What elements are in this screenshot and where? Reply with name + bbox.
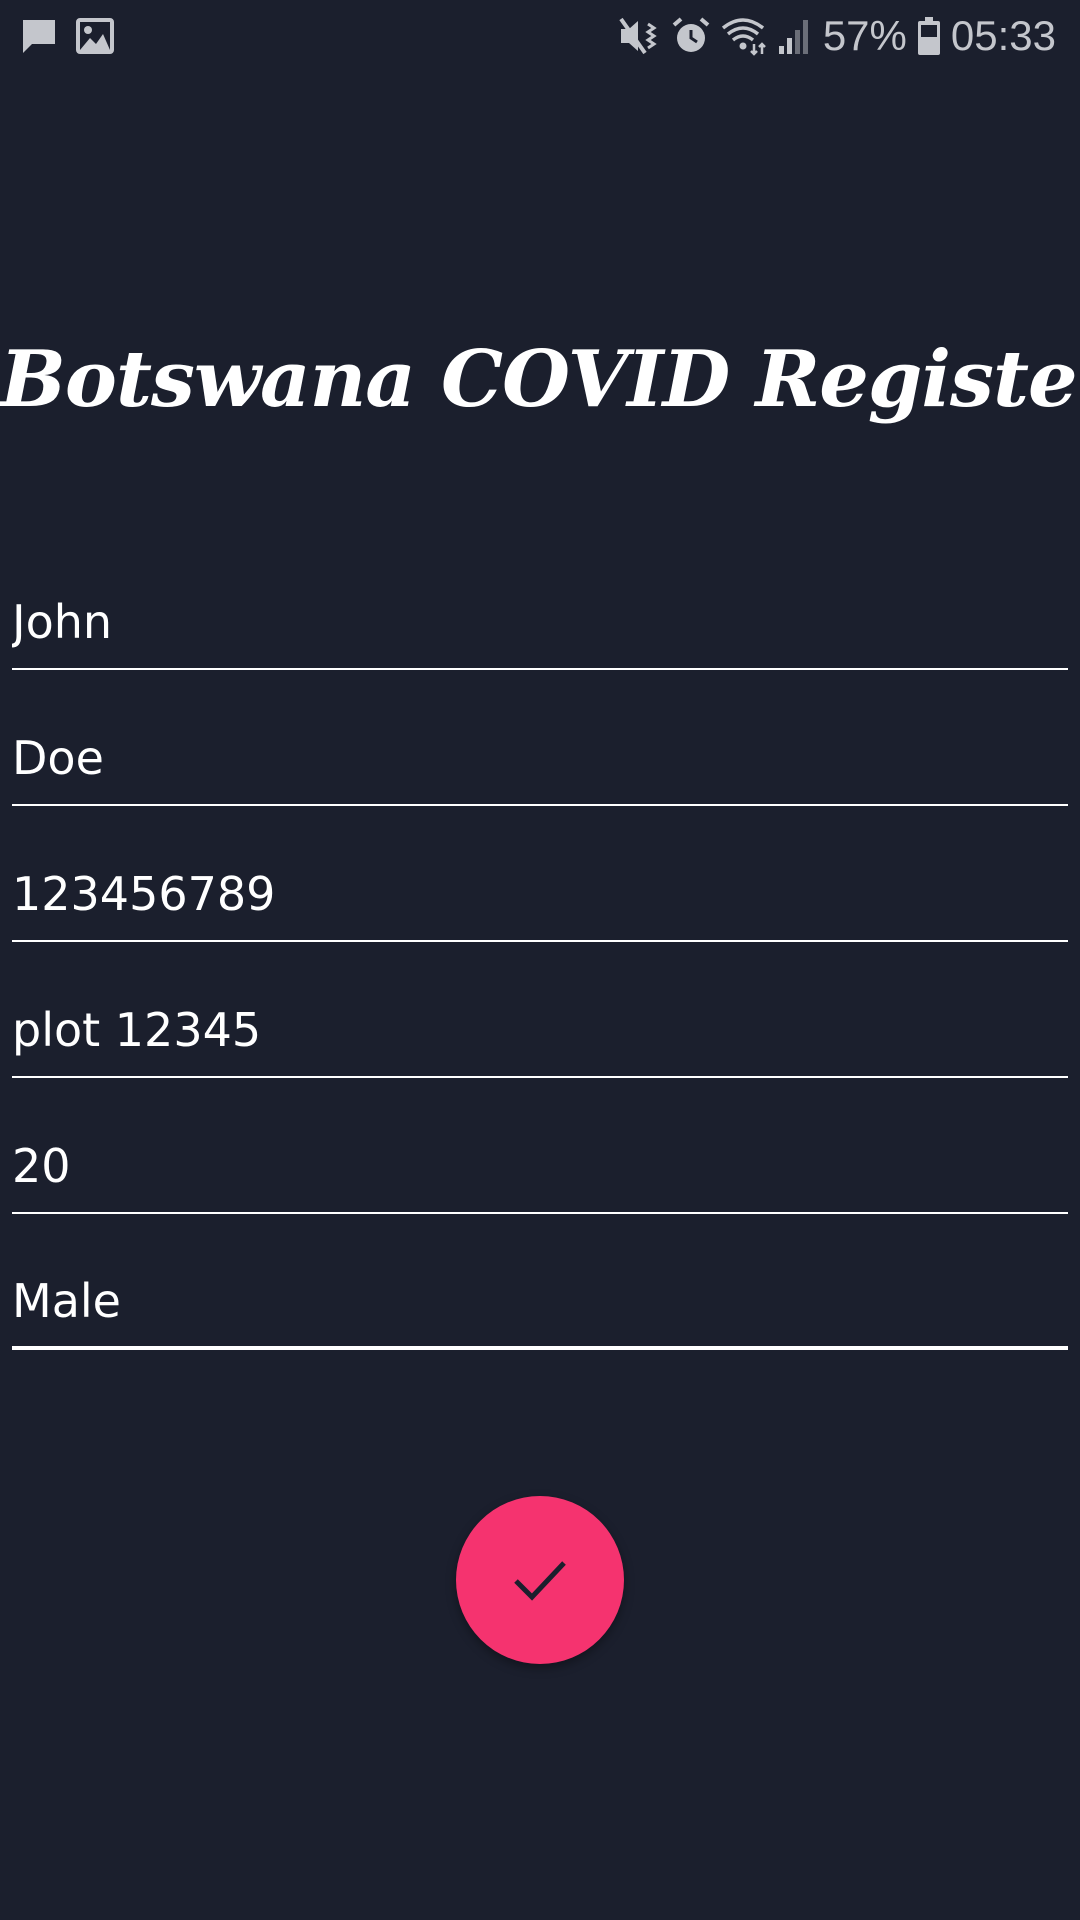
alarm-icon bbox=[671, 16, 711, 56]
first-name-input[interactable] bbox=[12, 586, 1068, 670]
id-number-input[interactable] bbox=[12, 858, 1068, 942]
registration-form bbox=[12, 584, 1068, 1350]
status-bar-system: 57% 05:33 bbox=[619, 14, 1056, 58]
status-bar-notifications bbox=[20, 16, 114, 56]
image-icon bbox=[76, 18, 114, 54]
page-title: Botswana COVID Register bbox=[0, 334, 1080, 425]
check-icon bbox=[510, 1555, 570, 1606]
battery-icon bbox=[917, 16, 941, 56]
cellular-signal-icon bbox=[777, 16, 813, 56]
status-bar: 57% 05:33 bbox=[0, 0, 1080, 72]
first-name-field bbox=[12, 584, 1068, 670]
address-field bbox=[12, 942, 1068, 1078]
age-input[interactable] bbox=[12, 1130, 1068, 1214]
mute-vibrate-icon bbox=[619, 16, 661, 56]
address-input[interactable] bbox=[12, 994, 1068, 1078]
message-icon bbox=[20, 17, 58, 55]
gender-field bbox=[12, 1214, 1068, 1350]
gender-input[interactable] bbox=[12, 1266, 1068, 1350]
id-number-field bbox=[12, 806, 1068, 942]
age-field bbox=[12, 1078, 1068, 1214]
last-name-input[interactable] bbox=[12, 722, 1068, 806]
submit-button[interactable] bbox=[456, 1496, 624, 1664]
battery-percent: 57% bbox=[822, 12, 907, 59]
clock-time: 05:33 bbox=[950, 12, 1056, 59]
last-name-field bbox=[12, 670, 1068, 806]
wifi-icon bbox=[721, 16, 767, 56]
